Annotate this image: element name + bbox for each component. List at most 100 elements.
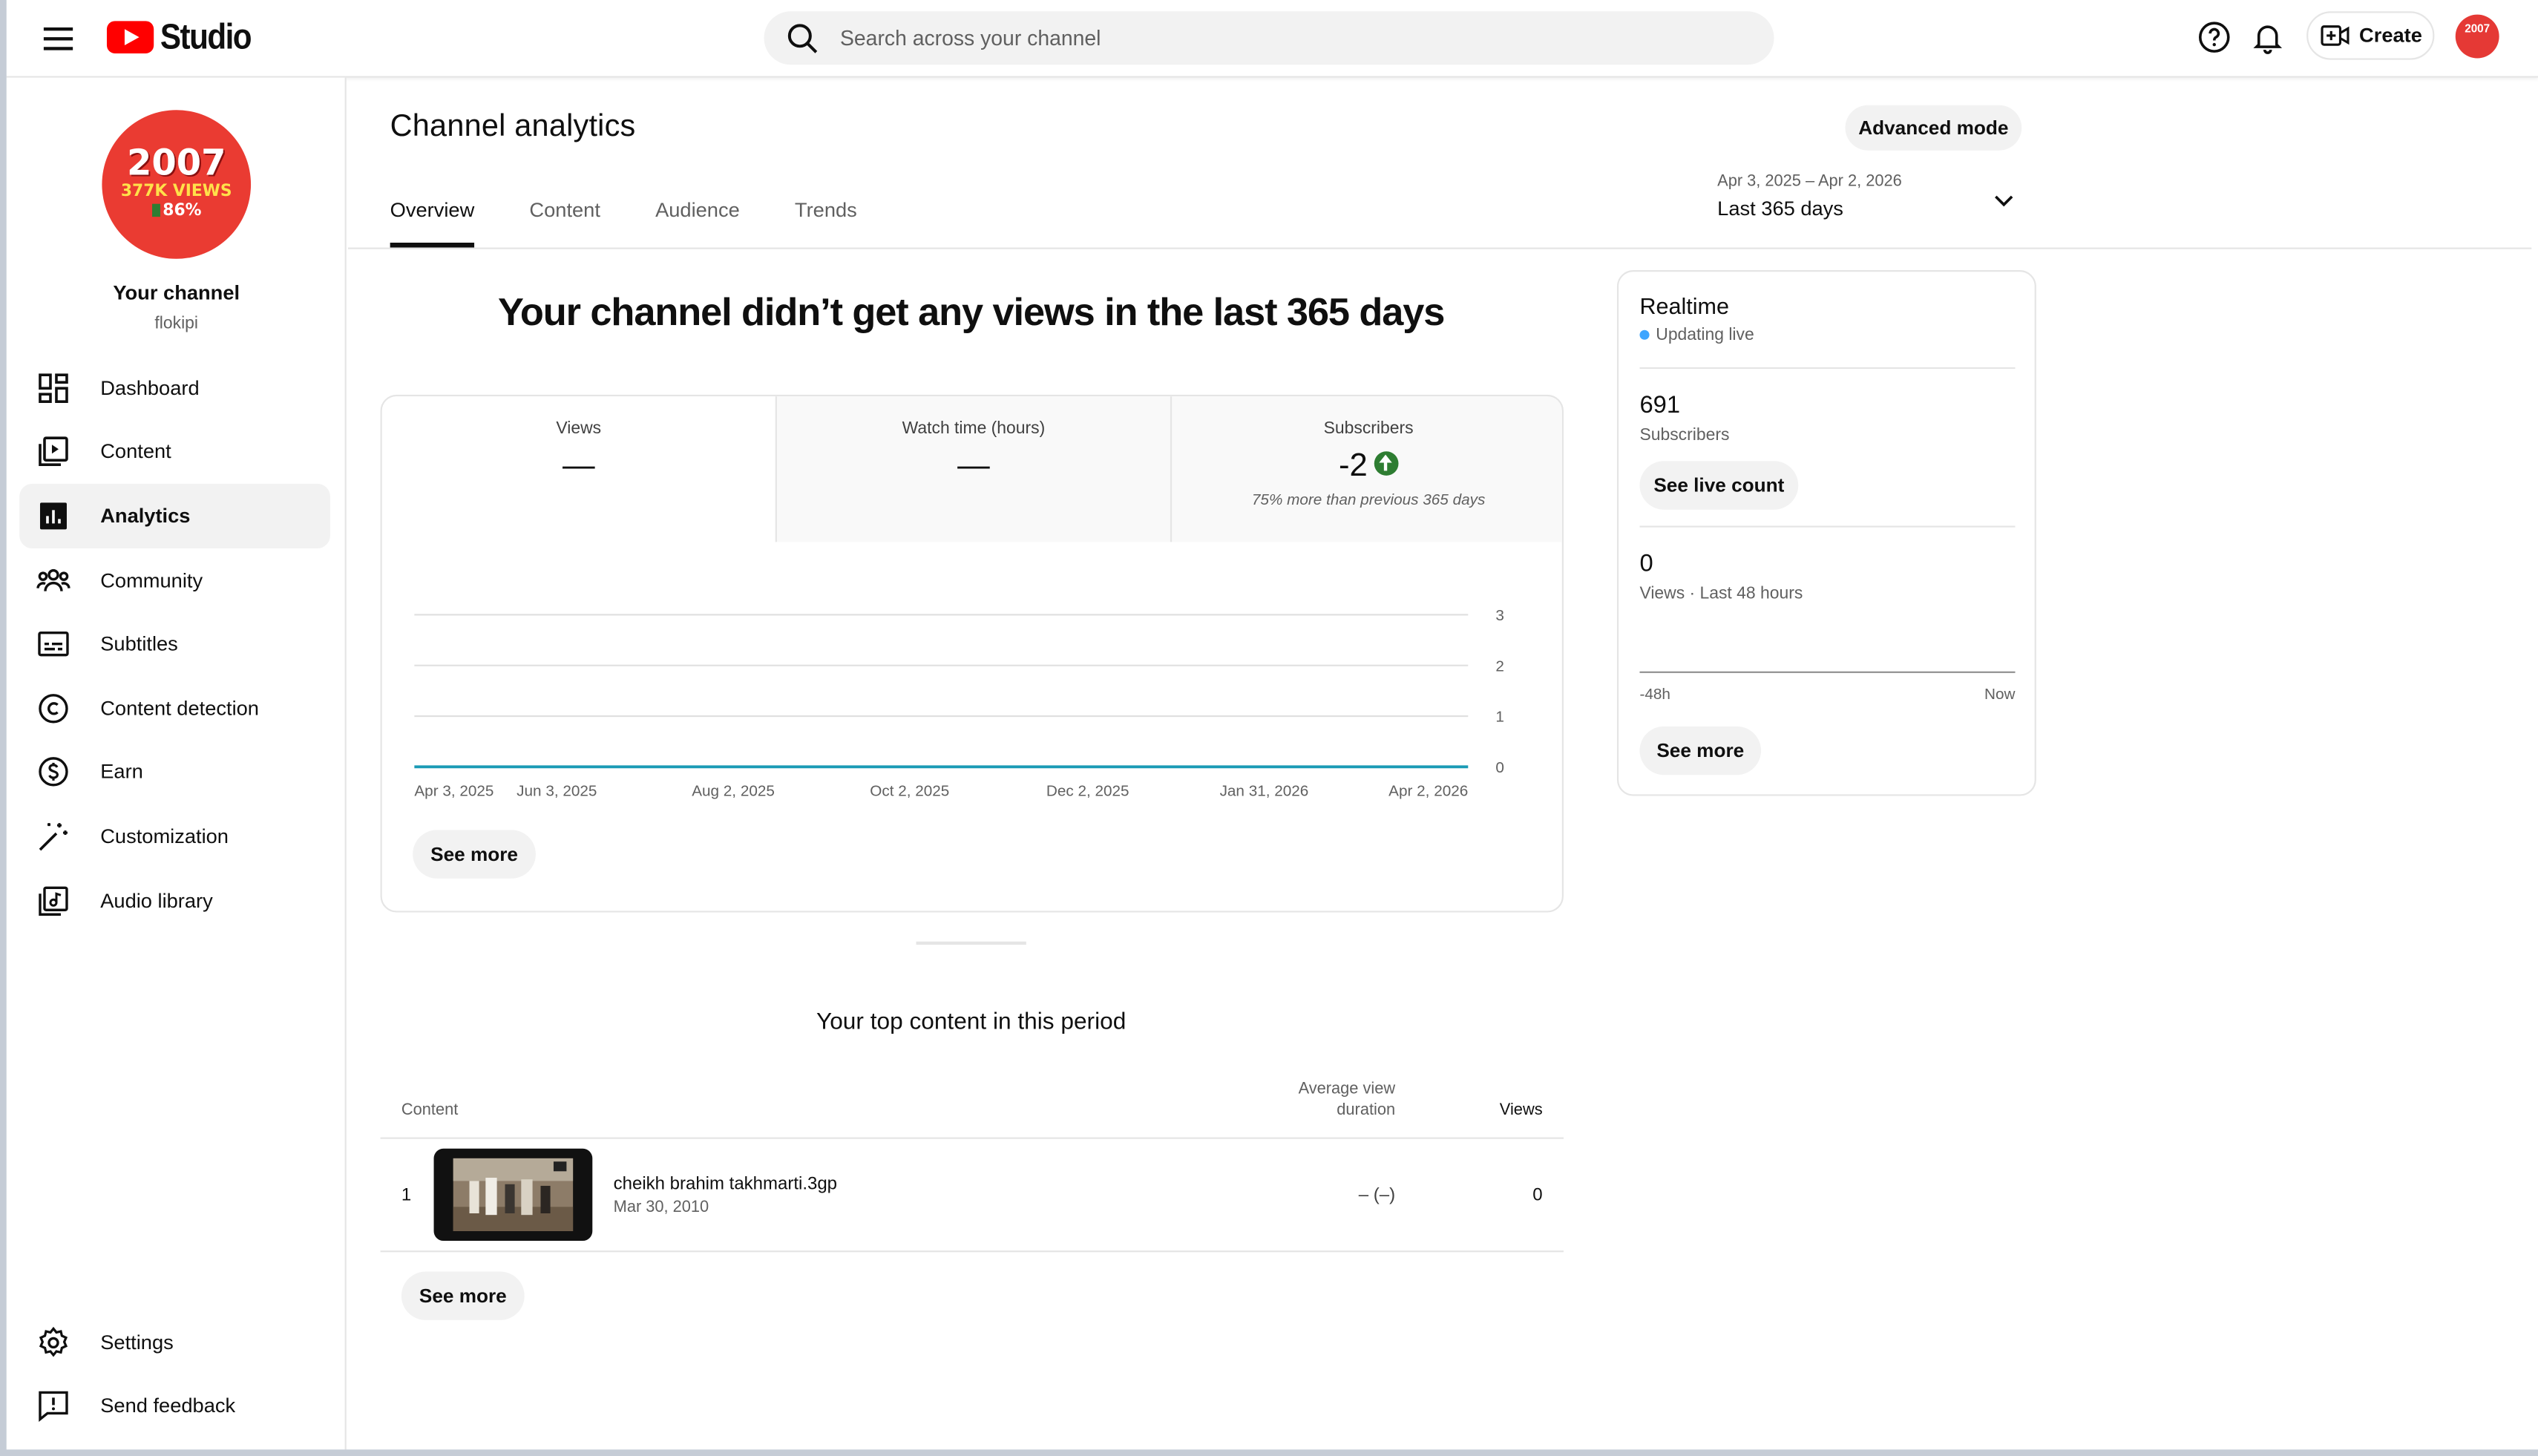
search-bar[interactable] <box>764 11 1774 65</box>
youtube-logo-icon <box>106 21 154 53</box>
video-thumbnail[interactable] <box>433 1148 593 1242</box>
chevron-down-icon[interactable] <box>1987 185 2020 217</box>
see-live-count-button[interactable]: See live count <box>1639 461 1799 510</box>
advanced-mode-button[interactable]: Advanced mode <box>1845 105 2022 151</box>
col-header-views[interactable]: Views <box>1476 1102 1543 1120</box>
x-tick-label: Jan 31, 2026 <box>1220 783 1309 800</box>
sidebar-item-label: Community <box>100 569 203 592</box>
metric-value-wrap: -2 <box>1172 448 1562 485</box>
y-tick-label: 0 <box>1495 759 1504 776</box>
sidebar-item-label: Earn <box>100 760 143 784</box>
search-icon <box>787 23 818 53</box>
sidebar-item-label: Analytics <box>100 505 191 528</box>
video-date: Mar 30, 2010 <box>613 1198 709 1217</box>
sidebar-item-analytics[interactable]: Analytics <box>19 483 330 549</box>
channel-avatar-line3: 86% <box>151 203 201 222</box>
x-tick-label: Apr 2, 2026 <box>1388 783 1468 800</box>
tab-audience[interactable]: Audience <box>655 199 740 247</box>
x-tick-label: Aug 2, 2025 <box>692 783 775 800</box>
sidebar-item-label: Customization <box>100 824 229 848</box>
sidebar-item-subtitles[interactable]: Subtitles <box>19 611 330 676</box>
channel-avatar-percent: 86% <box>163 202 202 220</box>
subtitles-icon <box>38 631 69 657</box>
tab-trends[interactable]: Trends <box>795 199 857 247</box>
studio-logo[interactable]: Studio <box>106 16 263 59</box>
sidebar-item-content[interactable]: Content <box>19 419 330 484</box>
sidebar: 2007 377K VIEWS 86% Your channel flokipi… <box>6 77 347 1450</box>
metric-views[interactable]: Views — <box>381 396 776 542</box>
channel-avatar-line2: 377K VIEWS <box>120 183 232 201</box>
realtime-status-text: Updating live <box>1656 325 1754 345</box>
see-more-chart-button[interactable]: See more <box>413 830 536 879</box>
notifications-bell-icon[interactable] <box>2250 19 2286 55</box>
sidebar-item-content-detection[interactable]: Content detection <box>19 676 330 741</box>
earn-icon <box>39 757 68 787</box>
studio-page: Studio Create 2007 2007 377K VIEWS 86% Y… <box>0 0 2538 1456</box>
sidebar-item-send-feedback[interactable]: Send feedback <box>19 1374 330 1438</box>
realtime-axis-end: Now <box>1984 686 2016 704</box>
channel-avatar[interactable]: 2007 377K VIEWS 86% <box>102 110 252 259</box>
create-video-icon <box>2320 25 2349 46</box>
tabs-divider <box>347 247 2532 249</box>
dashboard-icon <box>39 373 68 403</box>
sidebar-item-dashboard[interactable]: Dashboard <box>19 356 330 421</box>
hamburger-menu-icon[interactable] <box>39 19 77 58</box>
sidebar-item-label: Subtitles <box>100 632 178 655</box>
sidebar-item-customization[interactable]: Customization <box>19 804 330 868</box>
table-divider <box>380 1137 1564 1139</box>
metric-watch-time[interactable]: Watch time (hours) — <box>775 396 1170 542</box>
sidebar-item-earn[interactable]: Earn <box>19 739 330 804</box>
section-divider <box>916 941 1026 945</box>
create-button[interactable]: Create <box>2306 11 2435 60</box>
realtime-divider <box>1639 367 2016 370</box>
flag-icon <box>151 203 160 217</box>
tab-content[interactable]: Content <box>529 199 600 247</box>
realtime-axis-start: -48h <box>1639 686 1670 704</box>
magic-wand-icon <box>39 823 68 851</box>
sidebar-item-label: Content <box>100 439 171 463</box>
content-icon <box>39 436 68 467</box>
overview-headline: Your channel didn’t get any views in the… <box>497 291 1445 335</box>
thumbnail-image <box>453 1158 574 1231</box>
overview-card: Views — Watch time (hours) — Subscribers… <box>380 394 1564 913</box>
sidebar-item-community[interactable]: Community <box>19 548 330 613</box>
channel-title: Your channel <box>113 281 240 304</box>
sidebar-item-label: Content detection <box>100 697 259 721</box>
top-bar: Studio Create 2007 <box>6 0 2538 78</box>
metric-value: — <box>957 447 990 484</box>
top-content-title: Your top content in this period <box>816 1009 1127 1036</box>
tab-overview[interactable]: Overview <box>390 199 475 248</box>
search-input[interactable] <box>840 25 1714 50</box>
sidebar-item-audio-library[interactable]: Audio library <box>19 869 330 934</box>
realtime-views-value: 0 <box>1639 550 1653 578</box>
sidebar-item-label: Dashboard <box>100 376 200 400</box>
x-tick-label: Jun 3, 2025 <box>517 783 597 800</box>
video-title[interactable]: cheikh brahim takhmarti.3gp <box>614 1175 837 1194</box>
window-frame-bottom <box>0 1449 2538 1456</box>
logo-text: Studio <box>160 16 252 57</box>
account-avatar[interactable]: 2007 <box>2455 14 2499 59</box>
metric-subscribers[interactable]: Subscribers -2 75% more than previous 36… <box>1170 396 1562 542</box>
realtime-card: Realtime Updating live 691 Subscribers S… <box>1616 270 2036 796</box>
realtime-views-label: Views · Last 48 hours <box>1639 583 1803 604</box>
metric-label: Views <box>556 419 602 439</box>
sidebar-item-settings[interactable]: Settings <box>19 1311 330 1375</box>
copyright-icon <box>39 694 68 724</box>
see-more-content-button[interactable]: See more <box>401 1271 525 1320</box>
views-line-chart: 0 1 2 3 Apr 3, 2025 Jun 3, 2025 Aug 2, 2025 Oct… <box>414 607 1504 800</box>
row-avg-view-duration: – (–) <box>1358 1185 1396 1206</box>
x-tick-label: Dec 2, 2025 <box>1046 783 1129 800</box>
window-frame-left <box>0 0 7 1456</box>
table-divider <box>380 1250 1564 1253</box>
metric-note: 75% more than previous 365 days <box>1251 491 1486 510</box>
realtime-title: Realtime <box>1639 292 1729 319</box>
row-views: 0 <box>1532 1185 1543 1206</box>
realtime-chart-baseline <box>1639 671 2016 673</box>
see-more-realtime-button[interactable]: See more <box>1639 726 1762 775</box>
y-tick-label: 1 <box>1495 709 1504 726</box>
gear-icon <box>39 1326 68 1357</box>
col-header-avg-view-duration[interactable]: Average view duration <box>1282 1079 1396 1121</box>
help-icon[interactable] <box>2197 19 2232 55</box>
realtime-divider <box>1639 525 2016 528</box>
realtime-status: Updating live <box>1639 325 1754 344</box>
